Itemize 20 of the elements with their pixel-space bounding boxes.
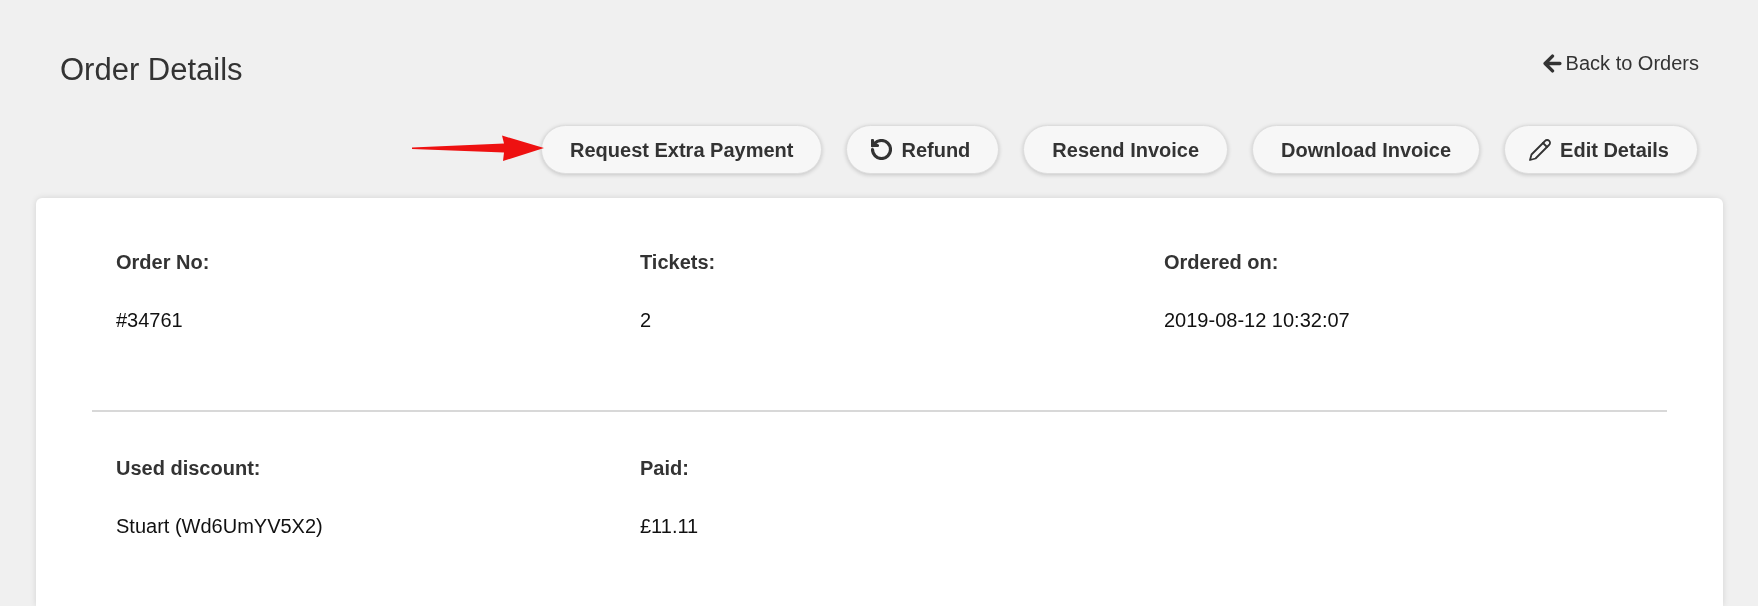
field-label: Used discount:	[116, 456, 261, 481]
field-label: Paid:	[640, 456, 689, 481]
field-value: 2	[640, 308, 652, 333]
field-value: £11.11	[640, 514, 699, 539]
action-button[interactable]: Refund	[846, 125, 1000, 174]
field-value: #34761	[116, 308, 183, 333]
action-button[interactable]: Request Extra Payment	[541, 125, 823, 174]
undo-icon	[871, 139, 893, 160]
field-value: Stuart (Wd6UmYV5X2)	[116, 514, 323, 539]
field-label: Order No:	[116, 250, 210, 275]
field-value: 2019-08-12 10:32:07	[1164, 308, 1350, 333]
action-button[interactable]: Edit Details	[1504, 125, 1698, 174]
back-link[interactable]: Back to Orders	[1542, 49, 1699, 77]
action-button[interactable]: Download Invoice	[1252, 125, 1481, 174]
page-title: Order Details	[60, 52, 243, 88]
field-label: Tickets:	[640, 250, 716, 275]
field-label: Ordered on:	[1164, 250, 1279, 275]
action-button[interactable]: Resend Invoice	[1023, 125, 1229, 174]
pencil-icon	[1529, 138, 1552, 161]
back-arrow-icon	[1542, 53, 1562, 73]
